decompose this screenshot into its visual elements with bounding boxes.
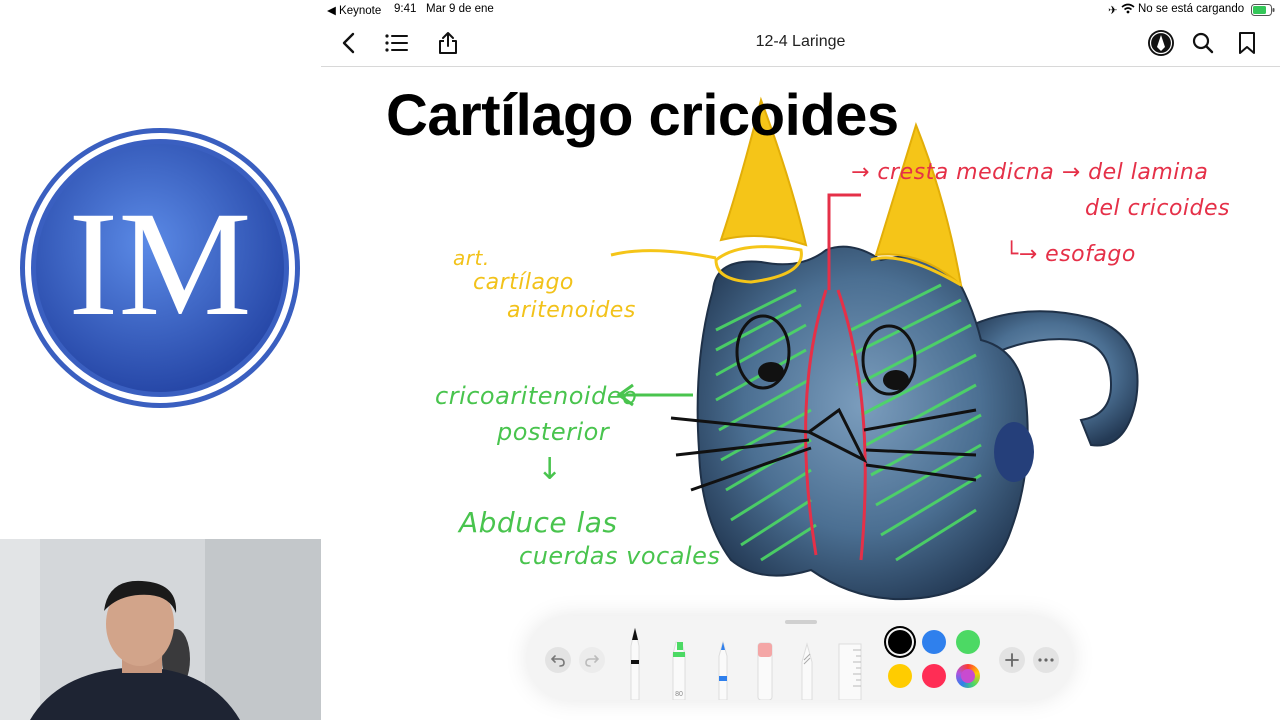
add-button[interactable] [999, 647, 1025, 673]
yellow-pointer-line [610, 249, 717, 260]
more-icon [1038, 658, 1054, 662]
lasso-tool[interactable] [795, 616, 819, 700]
eraser-tool[interactable] [753, 616, 777, 700]
color-swatch-red[interactable] [922, 664, 946, 688]
undo-button[interactable] [545, 647, 571, 673]
color-swatch-blue[interactable] [922, 630, 946, 654]
redo-icon [585, 655, 599, 667]
undo-icon [551, 655, 565, 667]
ipad-screen: ◀ Keynote 9:41 Mar 9 de ene ✈ No se está… [321, 0, 1280, 720]
slide-title: Cartílago cricoides [386, 83, 899, 148]
ruler-tool[interactable] [835, 616, 865, 700]
markup-toolbar: 80 [527, 616, 1073, 700]
annotation-cuerdas: cuerdas vocales [519, 542, 721, 570]
presenter-webcam [0, 539, 321, 720]
color-swatch-black[interactable] [888, 630, 912, 654]
annotation-art: art. [453, 246, 490, 270]
annotation-posterior: posterior [497, 418, 610, 446]
annotation-esofago: └→ esofago [1005, 242, 1136, 267]
annotation-abduce: Abduce las [459, 506, 618, 539]
color-swatch-yellow[interactable] [888, 664, 912, 688]
annotation-down-arrow: ↓ [537, 452, 563, 487]
pencil-tool[interactable] [711, 616, 735, 700]
color-picker-swatch[interactable] [956, 664, 980, 688]
annotation-cresta: → cresta medicna → del lamina [851, 160, 1209, 185]
annotation-cartilago: cartílago [473, 270, 574, 295]
annotation-aritenoides: aritenoides [507, 298, 636, 323]
more-button[interactable] [1033, 647, 1059, 673]
annotation-del-cricoides: del cricoides [1085, 196, 1230, 221]
marker-tool[interactable]: 80 [667, 616, 691, 700]
left-panel: IM [0, 0, 321, 720]
redo-button[interactable] [579, 647, 605, 673]
pen-tool[interactable] [623, 616, 647, 700]
im-logo: IM [20, 128, 300, 408]
logo-text: IM [68, 181, 251, 347]
plus-icon [1005, 653, 1019, 667]
color-swatch-green[interactable] [956, 630, 980, 654]
presenter-video-icon [0, 539, 321, 720]
marker-width-label: 80 [675, 691, 683, 698]
articular-facet [994, 422, 1034, 482]
annotation-cricoaritenoideo: cricoaritenoideo [435, 382, 638, 410]
